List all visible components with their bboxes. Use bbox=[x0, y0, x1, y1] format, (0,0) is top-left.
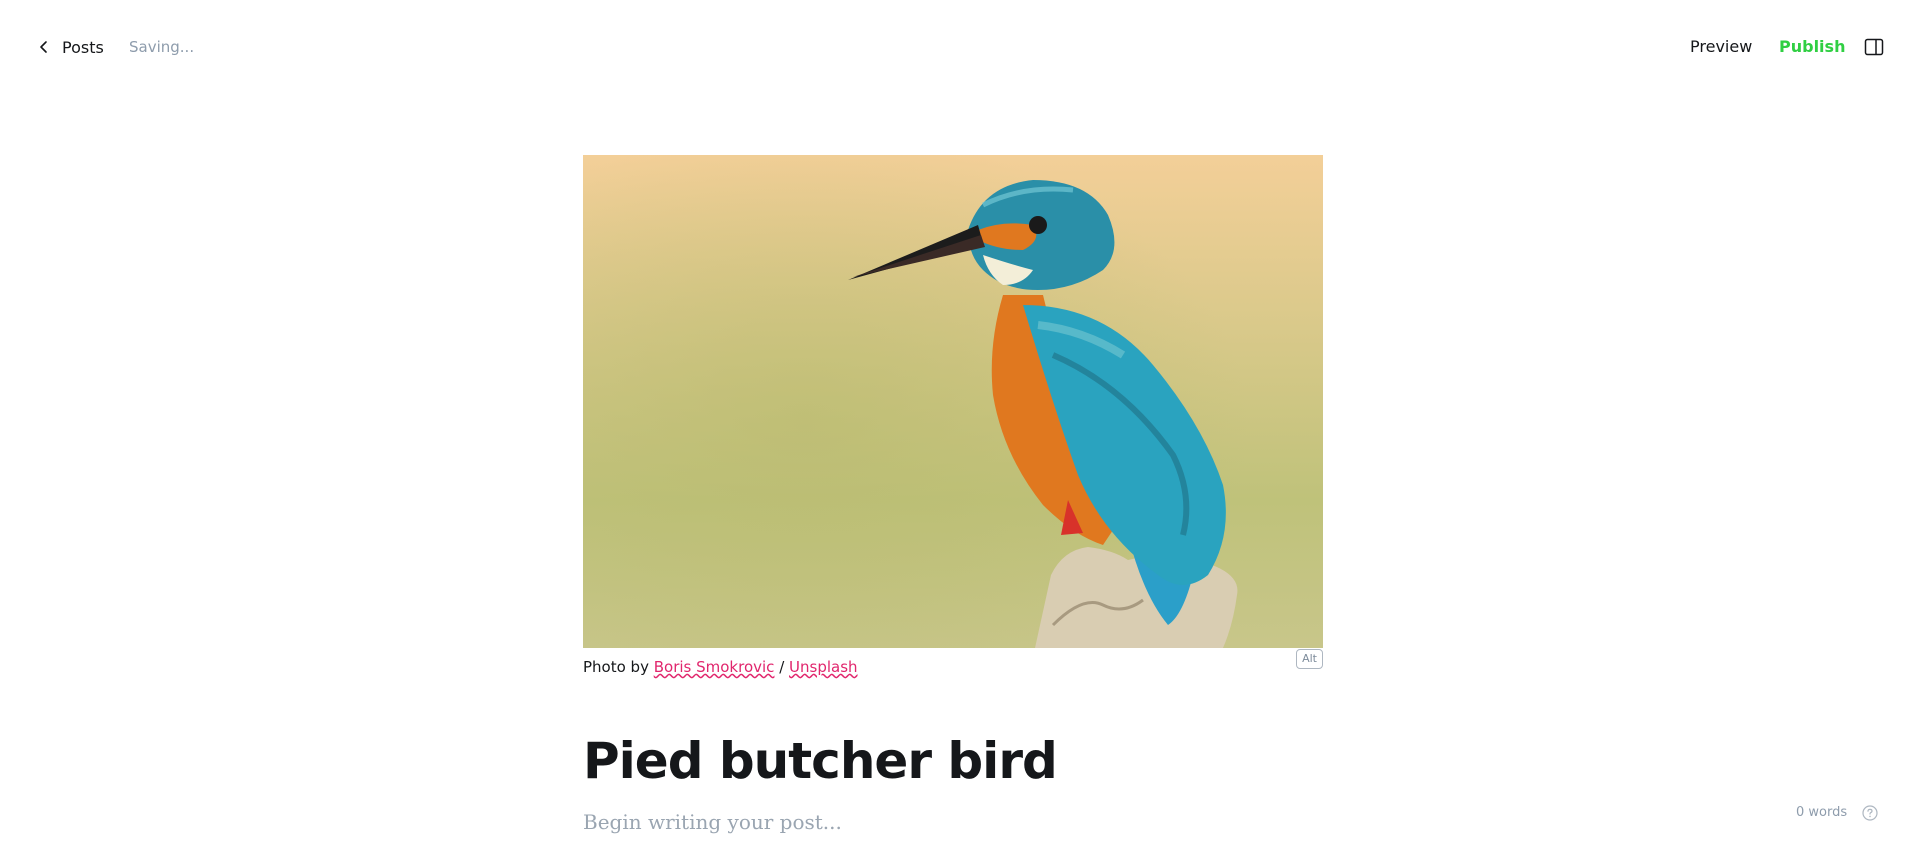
publish-button[interactable]: Publish bbox=[1779, 37, 1845, 56]
caption-separator: / bbox=[774, 658, 790, 676]
post-body-editor[interactable]: Begin writing your post... bbox=[583, 810, 842, 834]
kingfisher-photo bbox=[583, 155, 1323, 648]
caption-prefix: Photo by bbox=[583, 658, 654, 676]
back-label: Posts bbox=[62, 37, 104, 57]
feature-image[interactable] bbox=[583, 155, 1323, 648]
word-count: 0 words bbox=[1796, 805, 1848, 820]
editor-header: Posts Saving... Preview Publish bbox=[0, 0, 1908, 94]
caption-author-link[interactable]: Boris Smokrovic bbox=[654, 658, 775, 676]
feature-image-caption-row: Photo by Boris Smokrovic / Unsplash Alt bbox=[583, 648, 1323, 688]
preview-button[interactable]: Preview bbox=[1690, 37, 1752, 56]
alt-text-button[interactable]: Alt bbox=[1296, 649, 1323, 669]
post-content: Photo by Boris Smokrovic / Unsplash Alt bbox=[583, 155, 1323, 688]
post-title[interactable]: Pied butcher bird bbox=[583, 732, 1058, 790]
back-to-posts-link[interactable]: Posts bbox=[36, 30, 104, 64]
chevron-left-icon bbox=[40, 41, 47, 53]
sidebar-toggle-icon[interactable] bbox=[1864, 38, 1884, 56]
save-status: Saving... bbox=[129, 38, 195, 56]
question-circle-icon[interactable] bbox=[1862, 805, 1878, 821]
feature-image-caption[interactable]: Photo by Boris Smokrovic / Unsplash bbox=[583, 658, 858, 676]
caption-source-link[interactable]: Unsplash bbox=[789, 658, 858, 676]
